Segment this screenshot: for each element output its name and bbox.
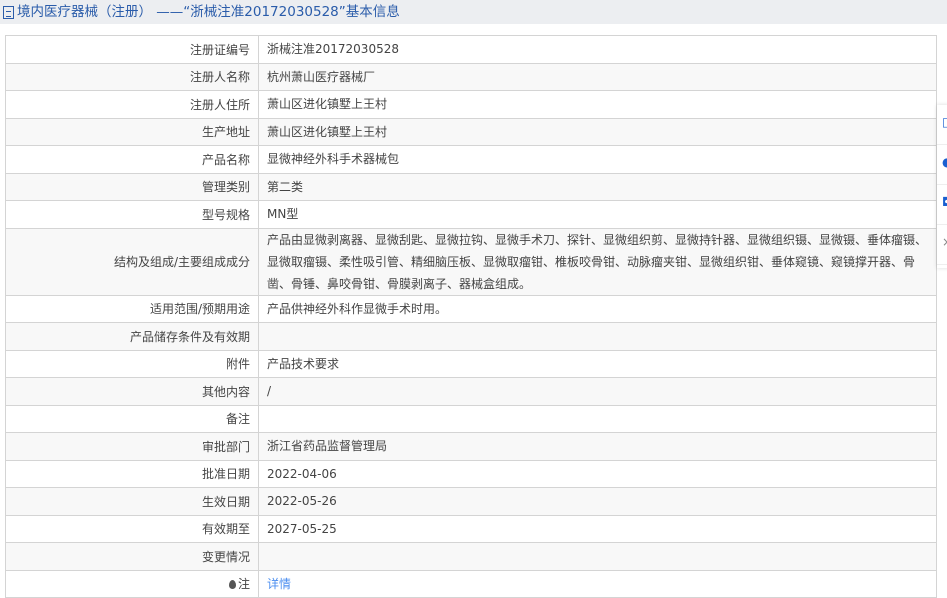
table-row: 备注 <box>5 404 937 433</box>
floating-toolbar: □ ● ◘ × <box>937 105 947 268</box>
document-icon <box>3 5 14 19</box>
note-row: 注 详情 <box>5 569 937 598</box>
table-row: 其他内容 / <box>5 377 937 406</box>
service-icon[interactable]: ● <box>937 145 947 185</box>
field-label: 产品名称 <box>5 145 259 174</box>
field-value: MN型 <box>258 200 937 229</box>
field-value: 萧山区进化镇墅上王村 <box>258 90 937 119</box>
field-value: 萧山区进化镇墅上王村 <box>258 117 937 146</box>
field-label: 附件 <box>5 349 259 378</box>
field-label: 生效日期 <box>5 487 259 516</box>
field-value: 浙械注准20172030528 <box>258 35 937 64</box>
field-value <box>258 404 937 433</box>
field-value: 2022-04-06 <box>258 459 937 488</box>
field-value: 2027-05-25 <box>258 514 937 543</box>
field-value: 第二类 <box>258 172 937 201</box>
page-header: 境内医疗器械（注册） ——“浙械注准20172030528”基本信息 <box>0 0 947 24</box>
table-row: 管理类别 第二类 <box>5 172 937 201</box>
table-row: 生效日期 2022-05-26 <box>5 487 937 516</box>
table-row: 附件 产品技术要求 <box>5 349 937 378</box>
note-label: 注 <box>5 569 259 598</box>
field-value: 杭州萧山医疗器械厂 <box>258 62 937 91</box>
table-row: 适用范围/预期用途 产品供神经外科作显微手术时用。 <box>5 294 937 323</box>
field-label: 结构及组成/主要组成成分 <box>5 227 259 296</box>
close-icon[interactable]: × <box>937 225 947 265</box>
table-row: 有效期至 2027-05-25 <box>5 514 937 543</box>
table-row: 生产地址 萧山区进化镇墅上王村 <box>5 117 937 146</box>
field-label: 产品储存条件及有效期 <box>5 322 259 351</box>
field-label: 变更情况 <box>5 542 259 571</box>
field-label: 适用范围/预期用途 <box>5 294 259 323</box>
field-label: 型号规格 <box>5 200 259 229</box>
note-label-text: 注 <box>237 577 250 592</box>
field-label: 有效期至 <box>5 514 259 543</box>
field-value: / <box>258 377 937 406</box>
field-value: 产品技术要求 <box>258 349 937 378</box>
field-value <box>258 322 937 351</box>
field-label: 注册人住所 <box>5 90 259 119</box>
table-row: 注册证编号 浙械注准20172030528 <box>5 35 937 64</box>
table-row: 结构及组成/主要组成成分 产品由显微剥离器、显微刮匙、显微拉钩、显微手术刀、探针、… <box>5 227 937 296</box>
field-label: 其他内容 <box>5 377 259 406</box>
share-icon[interactable]: ◘ <box>937 185 947 225</box>
field-value <box>258 542 937 571</box>
field-label: 审批部门 <box>5 432 259 461</box>
table-row: 型号规格 MN型 <box>5 200 937 229</box>
field-label: 注册证编号 <box>5 35 259 64</box>
field-label: 备注 <box>5 404 259 433</box>
field-label: 注册人名称 <box>5 62 259 91</box>
table-row: 产品储存条件及有效期 <box>5 322 937 351</box>
field-value: 浙江省药品监督管理局 <box>258 432 937 461</box>
table-row: 注册人名称 杭州萧山医疗器械厂 <box>5 62 937 91</box>
field-value: 产品供神经外科作显微手术时用。 <box>258 294 937 323</box>
details-link[interactable]: 详情 <box>267 577 291 591</box>
page-title: 境内医疗器械（注册） ——“浙械注准20172030528”基本信息 <box>17 4 400 20</box>
info-table: 注册证编号 浙械注准20172030528 注册人名称 杭州萧山医疗器械厂 注册人住所萧… <box>5 35 937 598</box>
field-value: 显微神经外科手术器械包 <box>258 145 937 174</box>
field-label: 生产地址 <box>5 117 259 146</box>
field-label: 批准日期 <box>5 459 259 488</box>
table-row: 注册人住所 萧山区进化镇墅上王村 <box>5 90 937 119</box>
feedback-icon[interactable]: □ <box>937 105 947 145</box>
pin-icon <box>228 580 236 590</box>
field-label: 管理类别 <box>5 172 259 201</box>
field-value: 产品由显微剥离器、显微刮匙、显微拉钩、显微手术刀、探针、显微组织剪、显微持针器、… <box>258 227 937 296</box>
field-value: 2022-05-26 <box>258 487 937 516</box>
table-row: 变更情况 <box>5 542 937 571</box>
table-row: 批准日期 2022-04-06 <box>5 459 937 488</box>
table-row: 审批部门 浙江省药品监督管理局 <box>5 432 937 461</box>
table-row: 产品名称 显微神经外科手术器械包 <box>5 145 937 174</box>
